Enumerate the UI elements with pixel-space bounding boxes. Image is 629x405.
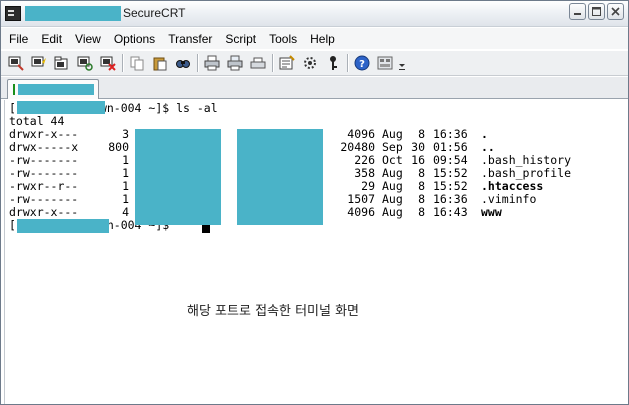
title-bar[interactable]: SecureCRT — [1, 1, 628, 27]
toolbar-overflow-button[interactable] — [398, 53, 406, 73]
tab-status-marker — [13, 84, 15, 95]
menu-transfer[interactable]: Transfer — [168, 32, 212, 46]
maximize-button[interactable] — [588, 3, 605, 20]
svg-text:?: ? — [359, 59, 365, 70]
paste-icon — [153, 57, 167, 71]
window-title: SecureCRT — [123, 6, 186, 20]
connect-button[interactable] — [6, 53, 26, 73]
toolbar-separator — [122, 54, 123, 72]
screen-caption: 해당 포트로 접속한 터미널 화면 — [187, 304, 360, 319]
overflow-icon — [399, 64, 405, 70]
copy-icon — [130, 56, 144, 71]
typed-command: ls -al — [176, 101, 218, 115]
securecrt-window: SecureCRT File Edit View Options Transfe… — [0, 0, 629, 405]
print-button[interactable] — [202, 53, 222, 73]
maximize-icon — [592, 7, 601, 16]
disconnect-button[interactable] — [98, 53, 118, 73]
print-icon — [204, 55, 220, 71]
connect-icon — [8, 56, 24, 71]
global-options-button[interactable] — [300, 53, 320, 73]
close-button[interactable] — [607, 3, 624, 20]
print-screen-button[interactable] — [225, 53, 245, 73]
ls-size: 4096 — [347, 205, 375, 219]
find-button[interactable] — [173, 53, 193, 73]
reconnect-icon — [77, 56, 93, 71]
connect-in-tab-icon — [54, 56, 68, 70]
keymap-button[interactable] — [323, 53, 343, 73]
quick-connect-icon — [31, 56, 46, 67]
redacted-user-host — [17, 101, 105, 114]
find-icon — [176, 60, 190, 68]
help-button[interactable]: ? — [352, 53, 372, 73]
redacted-session-name — [25, 6, 121, 21]
session-options-icon — [279, 55, 295, 70]
print-selection-button[interactable] — [248, 53, 268, 73]
reconnect-button[interactable] — [75, 53, 95, 73]
session-options-button[interactable] — [277, 53, 297, 73]
toolbar-separator — [347, 54, 348, 72]
minimize-button[interactable] — [569, 3, 586, 20]
copy-button[interactable] — [127, 53, 147, 73]
keymap-icon — [330, 56, 337, 70]
menu-help[interactable]: Help — [310, 32, 335, 46]
help-icon: ? — [354, 55, 370, 71]
session-tab[interactable] — [7, 79, 99, 99]
customize-button[interactable] — [375, 53, 395, 73]
ls-day: 8 — [418, 205, 425, 219]
global-options-icon — [304, 57, 316, 69]
customize-icon — [377, 56, 393, 70]
minimize-icon — [574, 13, 581, 15]
ls-row: drwxr-x--- — [9, 205, 79, 219]
quick-connect-button[interactable] — [29, 53, 49, 73]
menu-file[interactable]: File — [9, 32, 28, 46]
menu-script[interactable]: Script — [225, 32, 256, 46]
ls-filename: www — [481, 205, 502, 219]
paste-button[interactable] — [150, 53, 170, 73]
menu-bar: File Edit View Options Transfer Script T… — [1, 28, 628, 49]
terminal-app-icon[interactable] — [5, 6, 21, 21]
ls-time: 16:43 — [433, 205, 468, 219]
connect-in-tab-button[interactable] — [52, 53, 72, 73]
menu-options[interactable]: Options — [114, 32, 155, 46]
toolbar-separator — [272, 54, 273, 72]
prompt-bracket: [ — [9, 101, 16, 115]
prompt-host-tail: wn-004 ~]$ — [99, 101, 177, 115]
print-selection-icon — [250, 57, 266, 69]
menu-tools[interactable]: Tools — [269, 32, 297, 46]
session-tab-strip — [1, 77, 628, 99]
print-screen-icon — [227, 55, 243, 71]
disconnect-icon — [100, 56, 116, 71]
toolbar-separator — [197, 54, 198, 72]
toolbar: ? — [1, 50, 628, 76]
ls-month: Aug — [382, 205, 403, 219]
close-icon — [611, 7, 620, 16]
redacted-owner-column — [135, 129, 221, 225]
prompt-bracket: [ — [9, 218, 16, 232]
redacted-group-column — [237, 129, 323, 225]
menu-edit[interactable]: Edit — [41, 32, 62, 46]
redacted-tab-label — [18, 84, 94, 95]
terminal-view[interactable]: [wn-004 ~]$ ls -al total 44 drwxr-x--- d… — [4, 100, 627, 404]
menu-view[interactable]: View — [75, 32, 101, 46]
redacted-user-host — [17, 219, 109, 233]
